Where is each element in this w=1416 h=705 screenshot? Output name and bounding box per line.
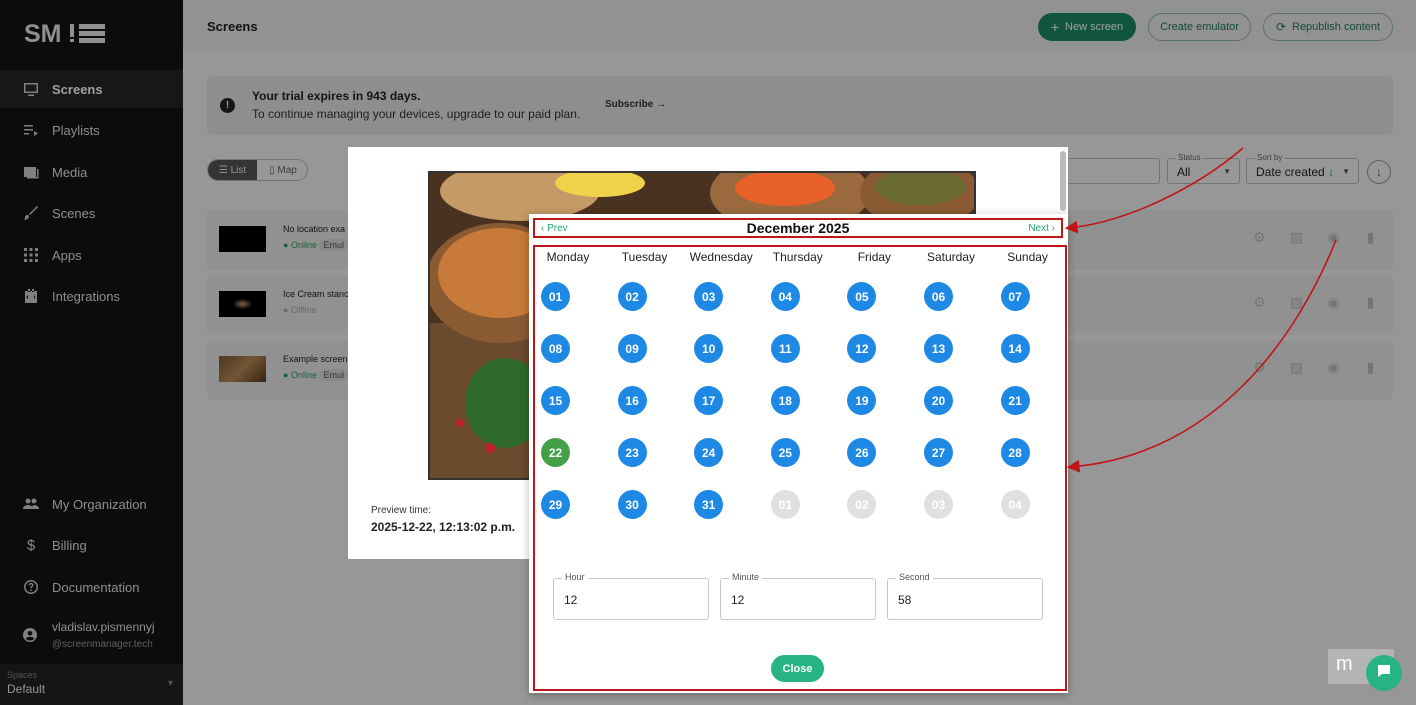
calendar-day[interactable]: 05 xyxy=(847,282,877,311)
calendar-day[interactable]: 20 xyxy=(924,386,953,415)
calendar-day[interactable]: 24 xyxy=(694,438,724,467)
calendar-day-outside: 04 xyxy=(1000,490,1030,519)
calendar-day[interactable]: 28 xyxy=(1000,438,1030,467)
month-title: December 2025 xyxy=(746,220,850,236)
weekday-header: Wednesday xyxy=(689,250,753,264)
calendar-day[interactable]: 07 xyxy=(1000,282,1030,311)
close-button[interactable]: Close xyxy=(771,655,824,682)
calendar-day[interactable]: 29 xyxy=(541,490,570,519)
calendar-day[interactable]: 04 xyxy=(770,282,800,311)
calendar-day[interactable]: 17 xyxy=(694,386,724,415)
chat-icon xyxy=(1376,663,1392,684)
next-month-button[interactable]: Next › xyxy=(1028,223,1055,234)
calendar-day[interactable]: 25 xyxy=(770,438,800,467)
calendar-day-outside: 01 xyxy=(770,490,800,519)
calendar-day[interactable]: 06 xyxy=(924,282,953,311)
calendar-day[interactable]: 30 xyxy=(617,490,647,519)
calendar-day-selected[interactable]: 22 xyxy=(541,438,570,467)
weekday-header: Thursday xyxy=(772,250,823,264)
calendar-day[interactable]: 21 xyxy=(1000,386,1030,415)
second-label: Second xyxy=(896,572,933,582)
scrollbar[interactable] xyxy=(1060,151,1066,211)
calendar-day[interactable]: 11 xyxy=(770,334,800,363)
calendar-header: ‹ Prev December 2025 Next › xyxy=(533,218,1063,238)
calendar-day[interactable]: 14 xyxy=(1000,334,1030,363)
weekday-header: Sunday xyxy=(1007,250,1048,264)
hour-field[interactable]: Hour 12 xyxy=(553,572,709,620)
calendar-day[interactable]: 01 xyxy=(541,282,570,311)
calendar-day[interactable]: 31 xyxy=(694,490,724,519)
weekday-header: Friday xyxy=(857,250,892,264)
preview-time-label: Preview time: xyxy=(371,505,432,516)
weekday-header: Saturday xyxy=(926,250,976,264)
minute-field[interactable]: Minute 12 xyxy=(720,572,876,620)
minute-label: Minute xyxy=(729,572,763,582)
calendar-day[interactable]: 26 xyxy=(847,438,877,467)
calendar-day[interactable]: 16 xyxy=(617,386,647,415)
hour-value: 12 xyxy=(564,593,578,607)
calendar-day-outside: 02 xyxy=(847,490,877,519)
calendar-day-outside: 03 xyxy=(924,490,953,519)
next-label: Next xyxy=(1028,223,1049,234)
calendar-body: Monday Tuesday Wednesday Thursday Friday Satu… xyxy=(533,245,1067,691)
weekday-header: Tuesday xyxy=(621,250,668,264)
calendar-day[interactable]: 03 xyxy=(694,282,724,311)
calendar-day[interactable]: 09 xyxy=(617,334,647,363)
hour-label: Hour xyxy=(562,572,588,582)
calendar-day[interactable]: 12 xyxy=(847,334,877,363)
calendar-day[interactable]: 15 xyxy=(541,386,570,415)
close-label: Close xyxy=(782,662,813,675)
calendar-day[interactable]: 23 xyxy=(617,438,647,467)
calendar-day[interactable]: 08 xyxy=(541,334,570,363)
calendar-day[interactable]: 19 xyxy=(847,386,877,415)
calendar-day[interactable]: 10 xyxy=(694,334,724,363)
minute-value: 12 xyxy=(731,593,745,607)
calendar-day[interactable]: 18 xyxy=(770,386,800,415)
calendar-day[interactable]: 02 xyxy=(617,282,647,311)
second-field[interactable]: Second 58 xyxy=(887,572,1043,620)
date-picker: ‹ Prev December 2025 Next › Monday Tuesda… xyxy=(529,214,1068,693)
chevron-right-icon: › xyxy=(1048,223,1055,234)
calendar-day[interactable]: 27 xyxy=(924,438,953,467)
weekday-header: Monday xyxy=(546,250,590,264)
preview-time-value[interactable]: 2025-12-22, 12:13:02 p.m. xyxy=(371,520,515,534)
calendar-day[interactable]: 13 xyxy=(924,334,953,363)
chat-button[interactable] xyxy=(1366,655,1402,691)
second-value: 58 xyxy=(898,593,912,607)
